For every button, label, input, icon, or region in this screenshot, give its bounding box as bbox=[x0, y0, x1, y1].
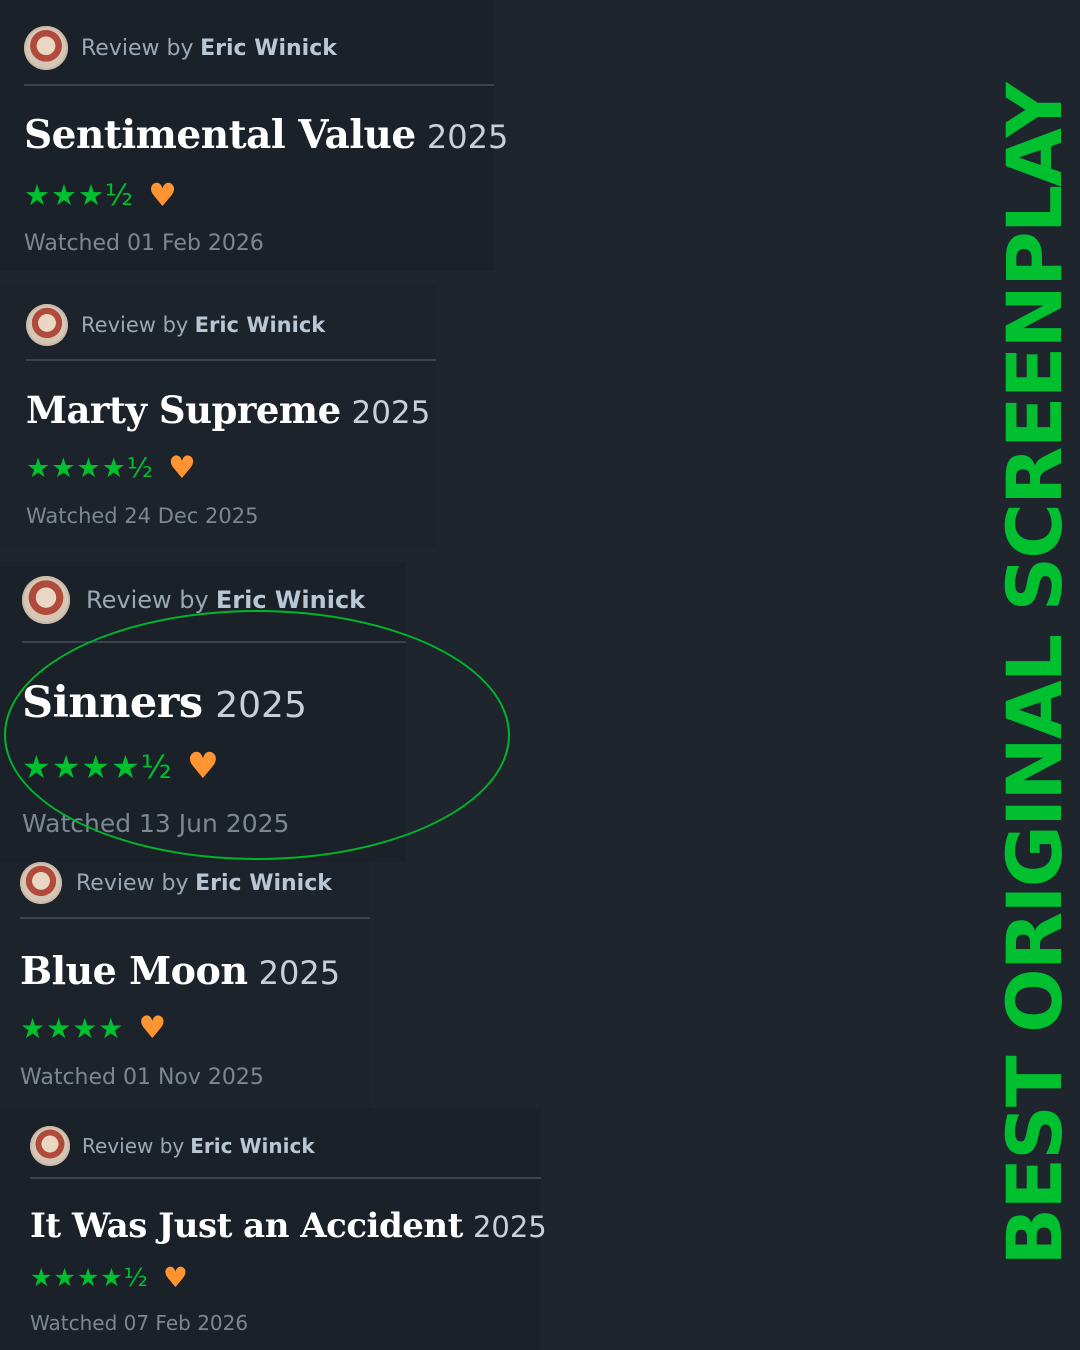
heart-icon: ♥ bbox=[168, 450, 196, 486]
star-icon: ★★★½ bbox=[24, 178, 135, 212]
film-year[interactable]: 2025 bbox=[473, 1210, 547, 1244]
review-card-sentimental-value[interactable]: Review by Eric Winick Sentimental Value 2… bbox=[0, 0, 508, 271]
heart-icon: ♥ bbox=[138, 1010, 167, 1046]
review-prefix: Review by bbox=[82, 1134, 185, 1158]
star-icon: ★★★★½ bbox=[22, 747, 173, 786]
category-banner: BEST ORIGINAL SCREENPLAY bbox=[990, 0, 1079, 1350]
star-icon: ★★★★½ bbox=[26, 452, 154, 484]
film-title[interactable]: Blue Moon 2025 bbox=[20, 948, 340, 993]
watched-date: Watched 07 Feb 2026 bbox=[30, 1311, 249, 1335]
film-year[interactable]: 2025 bbox=[427, 118, 508, 156]
avatar-icon[interactable] bbox=[30, 1126, 70, 1166]
reviewer-name[interactable]: Eric Winick bbox=[216, 586, 365, 614]
reviewer-name[interactable]: Eric Winick bbox=[200, 36, 337, 61]
review-byline: Review by Eric Winick bbox=[24, 26, 337, 70]
reviewer-name[interactable]: Eric Winick bbox=[195, 871, 332, 896]
review-byline: Review by Eric Winick bbox=[22, 576, 365, 624]
avatar-icon[interactable] bbox=[20, 862, 62, 904]
review-prefix: Review by bbox=[81, 313, 189, 337]
divider bbox=[22, 641, 406, 643]
star-icon: ★★★★ bbox=[20, 1011, 125, 1045]
film-year[interactable]: 2025 bbox=[259, 954, 340, 992]
rating: ★★★★½ ♥ bbox=[26, 450, 196, 486]
review-byline: Review by Eric Winick bbox=[20, 862, 332, 904]
watched-date: Watched 01 Feb 2026 bbox=[24, 231, 264, 256]
heart-icon: ♥ bbox=[162, 1261, 188, 1294]
film-year[interactable]: 2025 bbox=[215, 685, 307, 726]
divider bbox=[30, 1177, 541, 1179]
rating: ★★★★½ ♥ bbox=[22, 746, 219, 787]
star-icon: ★★★★½ bbox=[30, 1263, 149, 1292]
review-byline: Review by Eric Winick bbox=[30, 1126, 315, 1166]
heart-icon: ♥ bbox=[186, 746, 220, 787]
film-title-text: Marty Supreme bbox=[26, 388, 341, 432]
review-card-it-was-just-an-accident[interactable]: Review by Eric Winick It Was Just an Acc… bbox=[0, 1108, 547, 1350]
film-year[interactable]: 2025 bbox=[351, 395, 430, 431]
watched-date: Watched 13 Jun 2025 bbox=[22, 809, 290, 838]
film-title[interactable]: Sentimental Value 2025 bbox=[24, 112, 508, 158]
rating: ★★★★ ♥ bbox=[20, 1010, 166, 1046]
review-byline: Review by Eric Winick bbox=[26, 304, 325, 346]
watched-date: Watched 24 Dec 2025 bbox=[26, 504, 259, 528]
film-title-text: Sentimental Value bbox=[24, 112, 416, 158]
film-title[interactable]: Sinners 2025 bbox=[22, 678, 307, 728]
watched-date: Watched 01 Nov 2025 bbox=[20, 1065, 264, 1090]
film-title[interactable]: Marty Supreme 2025 bbox=[26, 388, 430, 432]
reviewer-name[interactable]: Eric Winick bbox=[195, 313, 326, 337]
film-title[interactable]: It Was Just an Accident 2025 bbox=[30, 1206, 547, 1246]
reviewer-name[interactable]: Eric Winick bbox=[190, 1134, 314, 1158]
review-prefix: Review by bbox=[86, 586, 209, 614]
heart-icon: ♥ bbox=[148, 176, 177, 214]
rating: ★★★★½ ♥ bbox=[30, 1261, 188, 1294]
review-prefix: Review by bbox=[76, 870, 189, 896]
banner-text: BEST ORIGINAL SCREENPLAY bbox=[990, 84, 1079, 1266]
avatar-icon[interactable] bbox=[24, 26, 68, 70]
rating: ★★★½ ♥ bbox=[24, 176, 177, 214]
review-card-blue-moon[interactable]: Review by Eric Winick Blue Moon 2025 ★★★★… bbox=[0, 862, 370, 1108]
film-title-text: It Was Just an Accident bbox=[30, 1206, 463, 1246]
divider bbox=[20, 917, 370, 919]
review-card-sinners[interactable]: Review by Eric Winick Sinners 2025 ★★★★½ … bbox=[0, 562, 406, 862]
divider bbox=[24, 84, 494, 86]
avatar-icon[interactable] bbox=[26, 304, 68, 346]
film-title-text: Sinners bbox=[22, 678, 203, 728]
film-title-text: Blue Moon bbox=[20, 948, 248, 993]
review-prefix: Review by bbox=[81, 35, 194, 61]
avatar-icon[interactable] bbox=[22, 576, 70, 624]
review-card-marty-supreme[interactable]: Review by Eric Winick Marty Supreme 2025 … bbox=[0, 285, 436, 549]
divider bbox=[26, 359, 436, 361]
